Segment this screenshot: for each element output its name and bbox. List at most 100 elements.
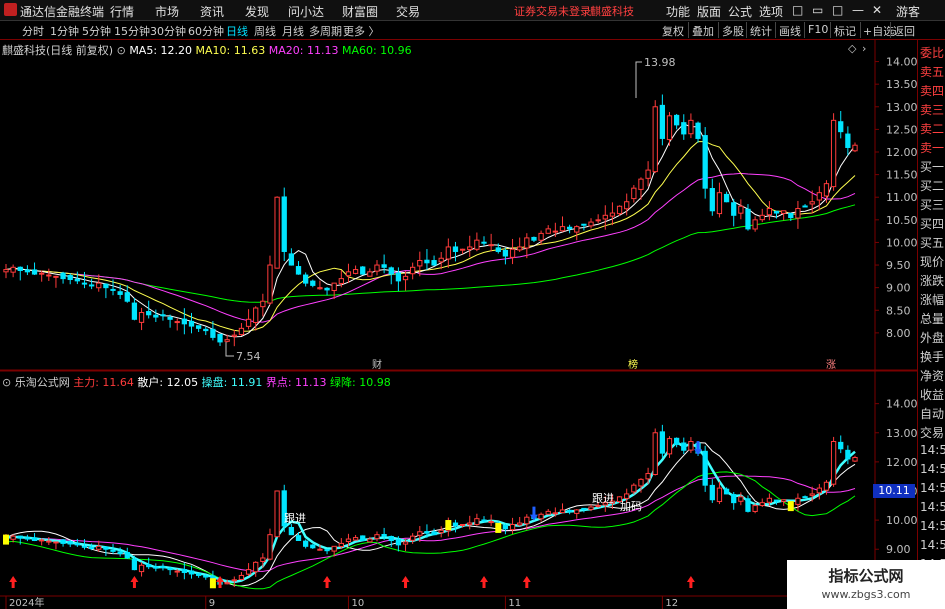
close-icon[interactable]: ✕ [872, 3, 882, 17]
formula-button[interactable]: 公式 [728, 3, 752, 20]
quote-field[interactable]: 卖四 [920, 82, 944, 99]
candle-up [39, 272, 45, 275]
y-tick-label: 12.00 [886, 146, 918, 159]
options-button[interactable]: 选项 [759, 3, 783, 20]
period-5min[interactable]: 5分钟 [82, 23, 111, 39]
settings-icon[interactable]: ⊙ [117, 44, 126, 57]
candle-up [138, 312, 145, 323]
candle-down [310, 544, 316, 549]
quote-field[interactable]: 卖三 [920, 101, 944, 118]
period-30min[interactable]: 30分钟 [150, 23, 186, 39]
quote-field[interactable]: 买四 [920, 215, 944, 232]
minimize-icon[interactable]: — [852, 3, 864, 17]
candle-up [46, 274, 52, 277]
menu-item-zixun[interactable]: 资讯 [200, 3, 224, 20]
menu-item-wenxiaoda[interactable]: 问小达 [288, 3, 324, 20]
period-1min[interactable]: 1分钟 [50, 23, 79, 39]
quote-field[interactable]: 14:56 [920, 443, 945, 457]
quote-field[interactable]: 买一 [920, 158, 944, 175]
period-15min[interactable]: 15分钟 [114, 23, 150, 39]
candle-up [624, 493, 630, 499]
quote-field[interactable]: 净资 [920, 367, 944, 384]
drawline-button[interactable]: 画线 [779, 23, 801, 39]
quote-field[interactable]: 买三 [920, 196, 944, 213]
y-tick-label: 12.00 [886, 456, 918, 469]
func-button[interactable]: 功能 [666, 3, 690, 20]
quote-field[interactable]: 交易 [920, 424, 944, 441]
period-fenshi[interactable]: 分时 [22, 23, 44, 39]
candle-up [624, 201, 630, 210]
y-tick-label: 13.00 [886, 101, 918, 114]
ma5-label: MA5: 12.20 [129, 44, 193, 57]
login-notice[interactable]: 证券交易未登录 [514, 3, 591, 19]
chart-area[interactable]: 2024年91011121 8.008.509.009.5010.0010.50… [0, 40, 945, 609]
maximize-icon[interactable]: □ [832, 3, 843, 17]
window-icon[interactable]: ▭ [812, 3, 823, 17]
watermark-url: www.zbgs3.com [821, 588, 911, 601]
candle-down [531, 236, 537, 241]
quote-field[interactable]: 买二 [920, 177, 944, 194]
overlay-button[interactable]: 叠加 [692, 23, 714, 39]
quote-field[interactable]: 14:56 [920, 538, 945, 552]
toolbar-divider [890, 22, 891, 38]
restore-icon[interactable]: □ [792, 3, 803, 17]
menu-item-caifuquan[interactable]: 财富圈 [342, 3, 378, 20]
candle-up [738, 205, 744, 214]
quote-field[interactable]: 卖一 [920, 139, 944, 156]
stats-button[interactable]: 统计 [750, 23, 772, 39]
x-ticks: 2024年91011121 [5, 596, 836, 609]
candle-up [609, 212, 616, 217]
candle-down [381, 534, 387, 537]
candle-up [274, 490, 280, 538]
menu-item-faxian[interactable]: 发现 [245, 3, 269, 20]
quote-field[interactable]: 买五 [920, 234, 944, 251]
guest-label[interactable]: 游客 [896, 3, 920, 20]
quote-field[interactable]: 卖二 [920, 120, 944, 137]
period-daily[interactable]: 日线 [226, 23, 248, 39]
quote-field[interactable]: 换手 [920, 348, 944, 365]
period-weekly[interactable]: 周线 [254, 23, 276, 39]
candle-down [723, 488, 730, 495]
candle-up [231, 579, 237, 582]
menu-item-hangqing[interactable]: 行情 [110, 3, 134, 20]
chevron-right-icon[interactable]: › [862, 42, 866, 55]
candle-up [638, 478, 644, 487]
layout-button[interactable]: 版面 [697, 3, 721, 20]
quote-field[interactable]: 现价 [920, 253, 944, 270]
quote-field[interactable]: 14:56 [920, 519, 945, 533]
candle-up [524, 516, 530, 525]
back-button[interactable]: 返回 [893, 23, 915, 39]
quote-field[interactable]: 14:56 [920, 500, 945, 514]
period-multi[interactable]: 多周期 [309, 23, 342, 39]
candle-down [395, 272, 402, 282]
candle-down [709, 484, 715, 501]
period-monthly[interactable]: 月线 [282, 23, 304, 39]
settings-icon[interactable]: ⊙ [2, 376, 11, 389]
quote-field[interactable]: 委比 [920, 44, 944, 61]
quote-field[interactable]: 14:56 [920, 481, 945, 495]
candle-up [595, 219, 601, 222]
quote-field[interactable]: 14:56 [920, 462, 945, 476]
lvjiang-label: 绿降: 10.98 [330, 376, 391, 389]
quote-field[interactable]: 涨跌 [920, 272, 944, 289]
period-60min[interactable]: 60分钟 [188, 23, 224, 39]
main-chart-header: 麒盛科技(日线 前复权) ⊙ MA5: 12.20 MA10: 11.63 MA… [2, 42, 412, 58]
fuquan-button[interactable]: 复权 [662, 23, 684, 39]
mark-button[interactable]: 标记 [834, 23, 856, 39]
quote-field[interactable]: 自动 [920, 405, 944, 422]
quote-field[interactable]: 外盘 [920, 329, 944, 346]
candle-down [452, 246, 459, 252]
quote-field[interactable]: 收益 [920, 386, 944, 403]
f10-button[interactable]: F10 [808, 23, 828, 36]
menu-item-shichang[interactable]: 市场 [155, 3, 179, 20]
candle-up [645, 473, 651, 480]
candle-up [467, 246, 473, 250]
quote-field[interactable]: 卖五 [920, 63, 944, 80]
multi-stock-button[interactable]: 多股 [722, 23, 744, 39]
candle-up [666, 438, 673, 455]
diamond-icon[interactable]: ◇ [848, 42, 857, 55]
quote-field[interactable]: 涨幅 [920, 291, 944, 308]
quote-field[interactable]: 总量 [920, 310, 944, 327]
period-more[interactable]: 更多 〉 [343, 23, 380, 39]
menu-item-jiaoyi[interactable]: 交易 [396, 3, 420, 20]
